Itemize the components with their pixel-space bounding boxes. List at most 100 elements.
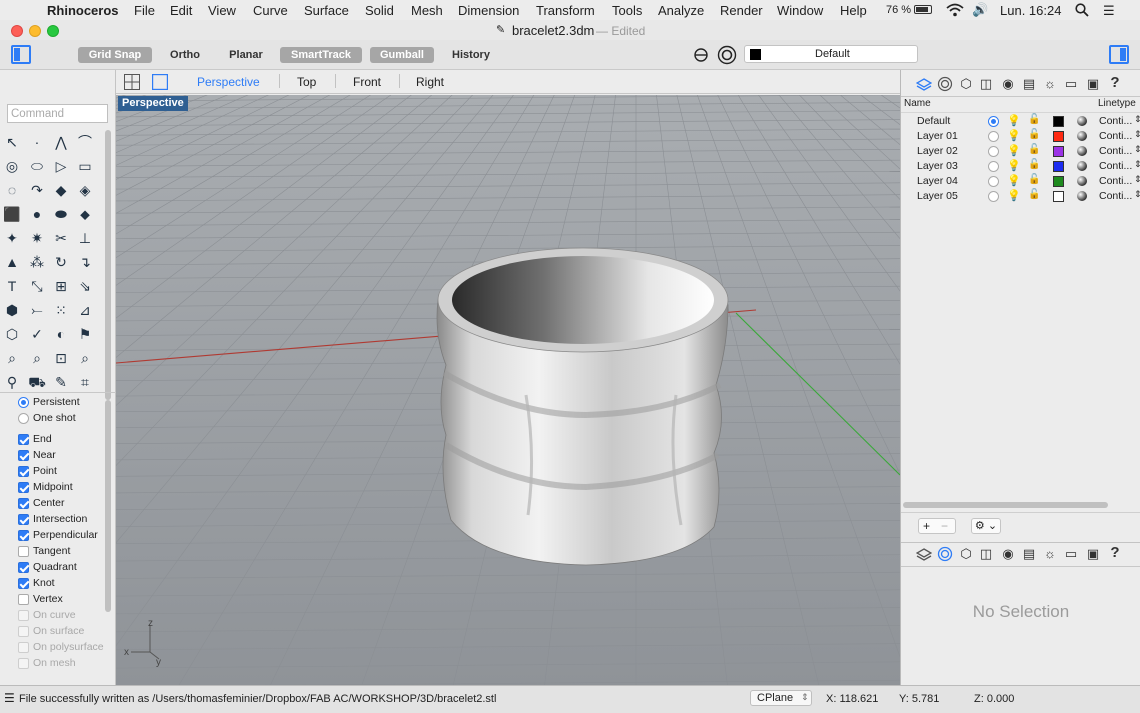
zoom-window-button[interactable] [47, 25, 59, 37]
rotate-tool-icon[interactable]: ↻ [52, 253, 70, 271]
menu-curve[interactable]: Curve [253, 3, 288, 18]
current-layer-dropdown[interactable]: Default [744, 45, 918, 63]
osnap-checkbox-on-polysurface[interactable] [18, 642, 29, 653]
zoom-extents-tool-icon[interactable]: ⊡ [52, 349, 70, 367]
one-shot-radio[interactable] [18, 413, 29, 424]
lightbulb-icon[interactable]: 💡 [1007, 174, 1021, 187]
osnap-checkbox-vertex[interactable] [18, 594, 29, 605]
layer-name[interactable]: Layer 02 [917, 145, 958, 157]
layer-row[interactable]: Layer 05 💡 🔓 Conti... ⇕ [901, 189, 1140, 204]
layer-row[interactable]: Layer 02 💡 🔓 Conti... ⇕ [901, 144, 1140, 159]
layer-name[interactable]: Layer 01 [917, 130, 958, 142]
close-window-button[interactable] [11, 25, 23, 37]
layer-current-radio[interactable] [988, 176, 999, 187]
persistent-radio[interactable] [18, 397, 29, 408]
arc-tool-icon[interactable]: ◌ [3, 181, 21, 199]
display-tab-icon[interactable]: ▣ [1085, 546, 1101, 562]
osnap-checkbox-end[interactable] [18, 434, 29, 445]
toggle-sidebar-right-icon[interactable] [1109, 45, 1129, 64]
cplane-dropdown[interactable]: CPlane ⇕ [750, 690, 812, 706]
layer-linetype[interactable]: Conti... [1099, 160, 1132, 172]
options-tool-icon[interactable]: ⌗ [76, 373, 94, 391]
smarttrack-toggle[interactable]: SmartTrack [280, 47, 362, 63]
material-sphere-icon[interactable] [1077, 191, 1087, 201]
menu-surface[interactable]: Surface [304, 3, 349, 18]
group-tool-icon[interactable]: ⁂ [28, 253, 46, 271]
menu-help[interactable]: Help [840, 3, 867, 18]
layer-linetype[interactable]: Conti... [1099, 175, 1132, 187]
layer-visibility-icon[interactable] [692, 46, 710, 64]
loft-tool-icon[interactable]: ◈ [76, 181, 94, 199]
lock-icon[interactable]: 🔓 [1028, 189, 1040, 200]
zoom-window-tool-icon[interactable]: ⌕ [28, 349, 46, 367]
lock-icon[interactable]: 🔓 [1028, 129, 1040, 140]
extrude-tool-icon[interactable]: ⬥ [76, 205, 94, 223]
osnap-checkbox-intersection[interactable] [18, 514, 29, 525]
paint-tool-icon[interactable]: ⚑ [76, 325, 94, 343]
zoom-tool-icon[interactable]: ⌕ [3, 349, 21, 367]
layer-color-swatch[interactable] [1053, 116, 1064, 127]
osnap-scrollbar[interactable] [105, 400, 111, 612]
layer-row[interactable]: Layer 01 💡 🔓 Conti... ⇕ [901, 129, 1140, 144]
volume-icon[interactable]: 🔊 [972, 2, 988, 18]
layer-name[interactable]: Layer 03 [917, 160, 958, 172]
material-sphere-icon[interactable] [1077, 116, 1087, 126]
menu-file[interactable]: File [134, 3, 155, 18]
array-tool-icon[interactable]: ⊞ [52, 277, 70, 295]
tab-right[interactable]: Right [416, 75, 444, 89]
osnap-checkbox-midpoint[interactable] [18, 482, 29, 493]
layer-row[interactable]: Default 💡 🔓 Conti... ⇕ [901, 114, 1140, 129]
edited-indicator[interactable]: — Edited [596, 24, 645, 38]
box-panel-icon[interactable]: ◫ [978, 76, 994, 92]
split-tool-icon[interactable]: ⊥ [76, 229, 94, 247]
lock-icon[interactable]: 🔓 [1028, 144, 1040, 155]
objects-tab-icon[interactable]: ⬡ [958, 546, 974, 562]
move-tool-icon[interactable]: ↴ [76, 253, 94, 271]
camera-tab-icon[interactable]: ◉ [1000, 546, 1016, 562]
fillet-tool-icon[interactable]: ↷ [28, 181, 46, 199]
layer-current-radio[interactable] [988, 191, 999, 202]
tab-top[interactable]: Top [297, 75, 316, 89]
minimize-window-button[interactable] [29, 25, 41, 37]
lightbulb-icon[interactable]: 💡 [1007, 144, 1021, 157]
lock-icon[interactable]: 🔓 [1028, 114, 1040, 125]
layer-color-swatch[interactable] [1053, 176, 1064, 187]
grid-snap-toggle[interactable]: Grid Snap [78, 47, 152, 63]
osnap-checkbox-knot[interactable] [18, 578, 29, 589]
solid-edit-tool-icon[interactable]: ⬢ [3, 301, 21, 319]
grid-array-tool-icon[interactable]: ⁙ [52, 301, 70, 319]
menu-mesh[interactable]: Mesh [411, 3, 443, 18]
menu-dimension[interactable]: Dimension [458, 3, 519, 18]
help-tab-icon[interactable]: ? [1107, 545, 1123, 561]
layer-linetype[interactable]: Conti... [1099, 190, 1132, 202]
polygon-tool-icon[interactable]: ▷ [52, 157, 70, 175]
lightbulb-icon[interactable]: 💡 [1007, 189, 1021, 202]
circle-tool-icon[interactable]: ◎ [3, 157, 21, 175]
rectangle-tool-icon[interactable]: ▭ [76, 157, 94, 175]
boolean-tool-icon[interactable]: ✦ [3, 229, 21, 247]
lightbulb-icon[interactable]: 💡 [1007, 114, 1021, 127]
layout-tool-icon[interactable]: ⚲ [3, 373, 21, 391]
render-tab-icon[interactable]: ▭ [1063, 546, 1079, 562]
lock-icon[interactable]: 🔓 [1028, 174, 1040, 185]
material-icon[interactable] [717, 45, 737, 65]
analyze-tool-icon[interactable]: ⊿ [76, 301, 94, 319]
layer-color-swatch[interactable] [1053, 146, 1064, 157]
layers-tab-icon[interactable] [916, 546, 932, 562]
lock-icon[interactable]: 🔓 [1028, 159, 1040, 170]
layer-color-swatch[interactable] [1053, 191, 1064, 202]
osnap-checkbox-point[interactable] [18, 466, 29, 477]
tab-perspective[interactable]: Perspective [197, 75, 260, 89]
layer-row[interactable]: Layer 04 💡 🔓 Conti... ⇕ [901, 174, 1140, 189]
lightbulb-icon[interactable]: 💡 [1007, 129, 1021, 142]
menu-window[interactable]: Window [777, 3, 823, 18]
sun-tab-icon[interactable]: ☼ [1042, 546, 1058, 562]
sun-panel-icon[interactable]: ☼ [1042, 76, 1058, 92]
menu-transform[interactable]: Transform [536, 3, 595, 18]
app-menu[interactable]: Rhinoceros [47, 3, 119, 18]
zoom-selected-tool-icon[interactable]: ⌕ [76, 349, 94, 367]
gumball-toggle[interactable]: Gumball [370, 47, 434, 63]
layer-current-radio[interactable] [988, 146, 999, 157]
layers-horizontal-scrollbar[interactable] [903, 502, 1108, 508]
osnap-checkbox-tangent[interactable] [18, 546, 29, 557]
